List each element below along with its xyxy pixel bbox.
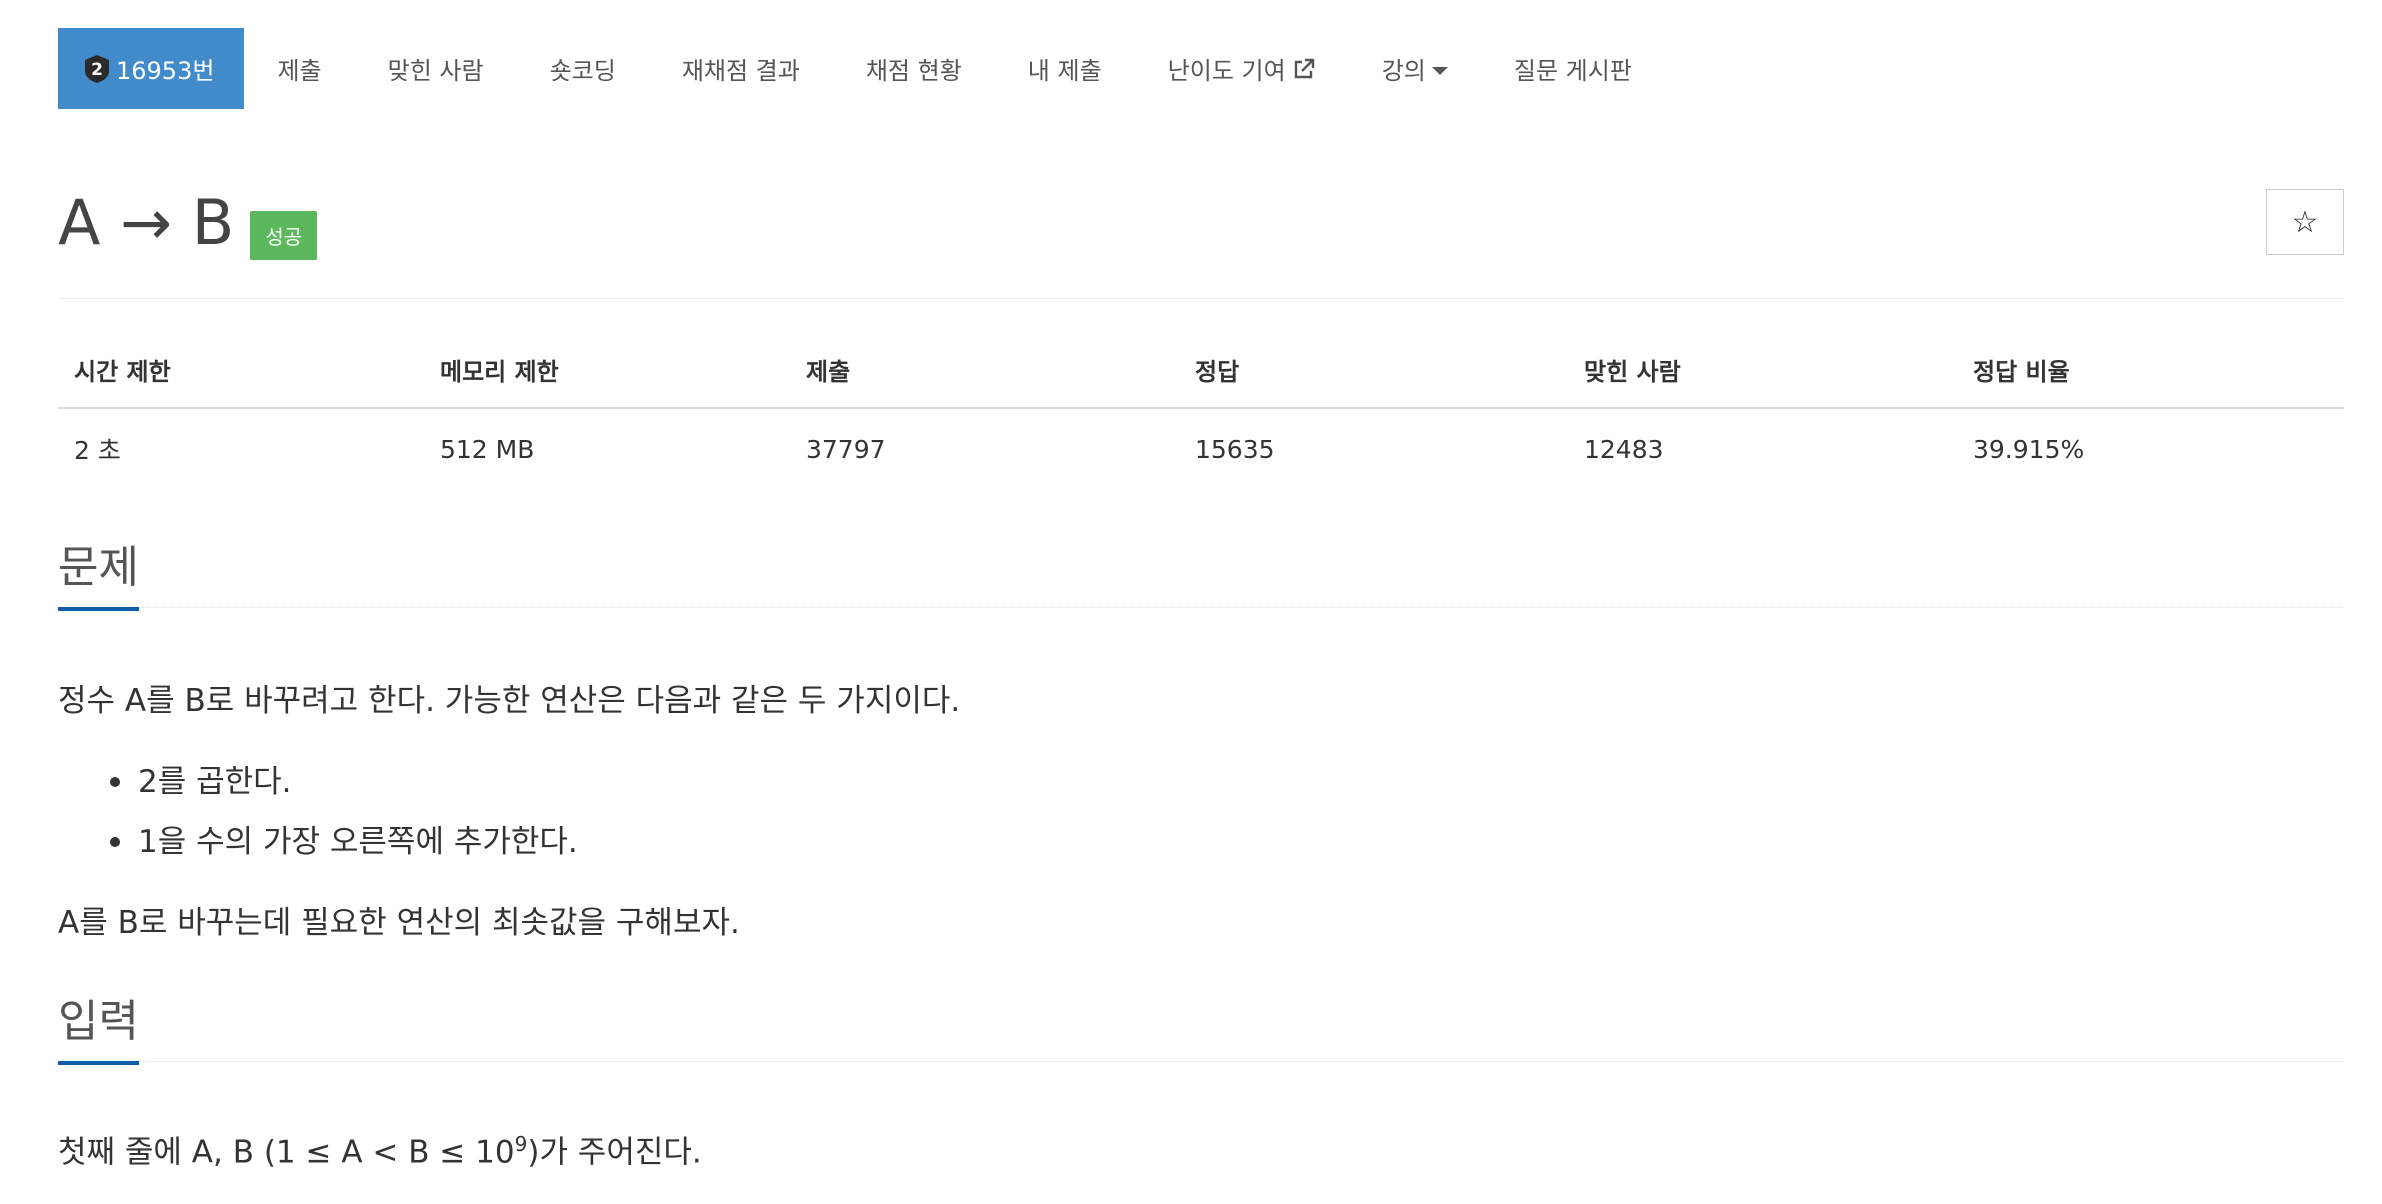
external-link-icon [1294,58,1314,78]
value-memory-limit: 512 MB [440,434,535,464]
problem-intro: 정수 A를 B로 바꾸려고 한다. 가능한 연산은 다음과 같은 두 가지이다. [58,683,961,719]
header-solvers: 맞힌 사람 [1568,340,1957,409]
nav-lectures-dropdown[interactable]: 강의 [1349,28,1481,109]
problem-goal: A를 B로 바꾸는데 필요한 연산의 최솟값을 구해보자. [58,905,740,941]
input-text-after: )가 주어진다. [527,1134,702,1171]
nav-rejudge-results[interactable]: 재채점 결과 [649,28,833,109]
header-accepted: 정답 [1179,340,1568,409]
star-icon: ☆ [2291,204,2319,240]
nav-my-submissions[interactable]: 내 제출 [995,28,1135,109]
header-memory-limit: 메모리 제한 [424,340,790,409]
section-divider [58,606,2344,608]
header-time-limit: 시간 제한 [58,340,424,409]
input-description: 첫째 줄에 A, B (1 ≤ A < B ≤ 109)가 주어진다. [58,1131,702,1173]
value-submissions: 37797 [806,434,886,464]
problem-page: 2 16953번 제출 맞힌 사람 숏코딩 재채점 결과 채점 현황 내 제출 … [0,0,2382,1204]
list-item: 2를 곱한다. [110,752,578,812]
nav-problem-number[interactable]: 2 16953번 [58,28,245,109]
value-accept-ratio: 39.915% [1973,434,2085,464]
header-submissions: 제출 [790,340,1179,409]
value-accepted: 15635 [1195,434,1275,464]
input-text-before: 첫째 줄에 A, B (1 ≤ A < B ≤ 10 [58,1134,515,1171]
nav-short-coding[interactable]: 숏코딩 [517,28,649,109]
tier-badge-digit: 2 [91,60,103,80]
nav-judge-status[interactable]: 채점 현황 [833,28,995,109]
nav-submit[interactable]: 제출 [244,28,354,109]
problem-nav: 2 16953번 제출 맞힌 사람 숏코딩 재채점 결과 채점 현황 내 제출 … [58,28,1665,109]
input-section-header: 입력 [58,996,2344,1065]
problem-info-table: 시간 제한 메모리 제한 제출 정답 맞힌 사람 정답 비율 2 초 512 M… [58,340,2344,489]
difficulty-contribution-label: 난이도 기여 [1167,57,1286,85]
status-badge: 성공 [250,211,318,260]
section-divider [58,1060,2344,1062]
header-accept-ratio: 정답 비율 [1957,340,2344,409]
title-divider [58,298,2344,299]
list-item: 1을 수의 가장 오른쪽에 추가한다. [110,812,578,872]
lectures-label: 강의 [1381,57,1426,85]
nav-difficulty-contribution[interactable]: 난이도 기여 [1135,28,1349,109]
star-button[interactable]: ☆ [2266,189,2344,255]
problem-number-label: 16953번 [116,57,215,85]
input-heading: 입력 [58,996,139,1065]
table-header-row: 시간 제한 메모리 제한 제출 정답 맞힌 사람 정답 비율 [58,340,2344,409]
value-time-limit: 2 초 [74,436,121,465]
operations-list: 2를 곱한다. 1을 수의 가장 오른쪽에 추가한다. [110,752,578,872]
value-solvers: 12483 [1584,434,1664,464]
nav-qna-board[interactable]: 질문 게시판 [1481,28,1665,109]
nav-solvers[interactable]: 맞힌 사람 [355,28,517,109]
problem-heading: 문제 [58,542,139,611]
table-row: 2 초 512 MB 37797 15635 12483 39.915% [58,408,2344,489]
title-row: A → B 성공 [58,186,318,260]
input-exponent: 9 [514,1132,528,1156]
problem-section-header: 문제 [58,542,2344,611]
problem-title: A → B [58,186,235,259]
tier-badge-icon: 2 [85,54,109,83]
caret-down-icon [1431,66,1448,75]
